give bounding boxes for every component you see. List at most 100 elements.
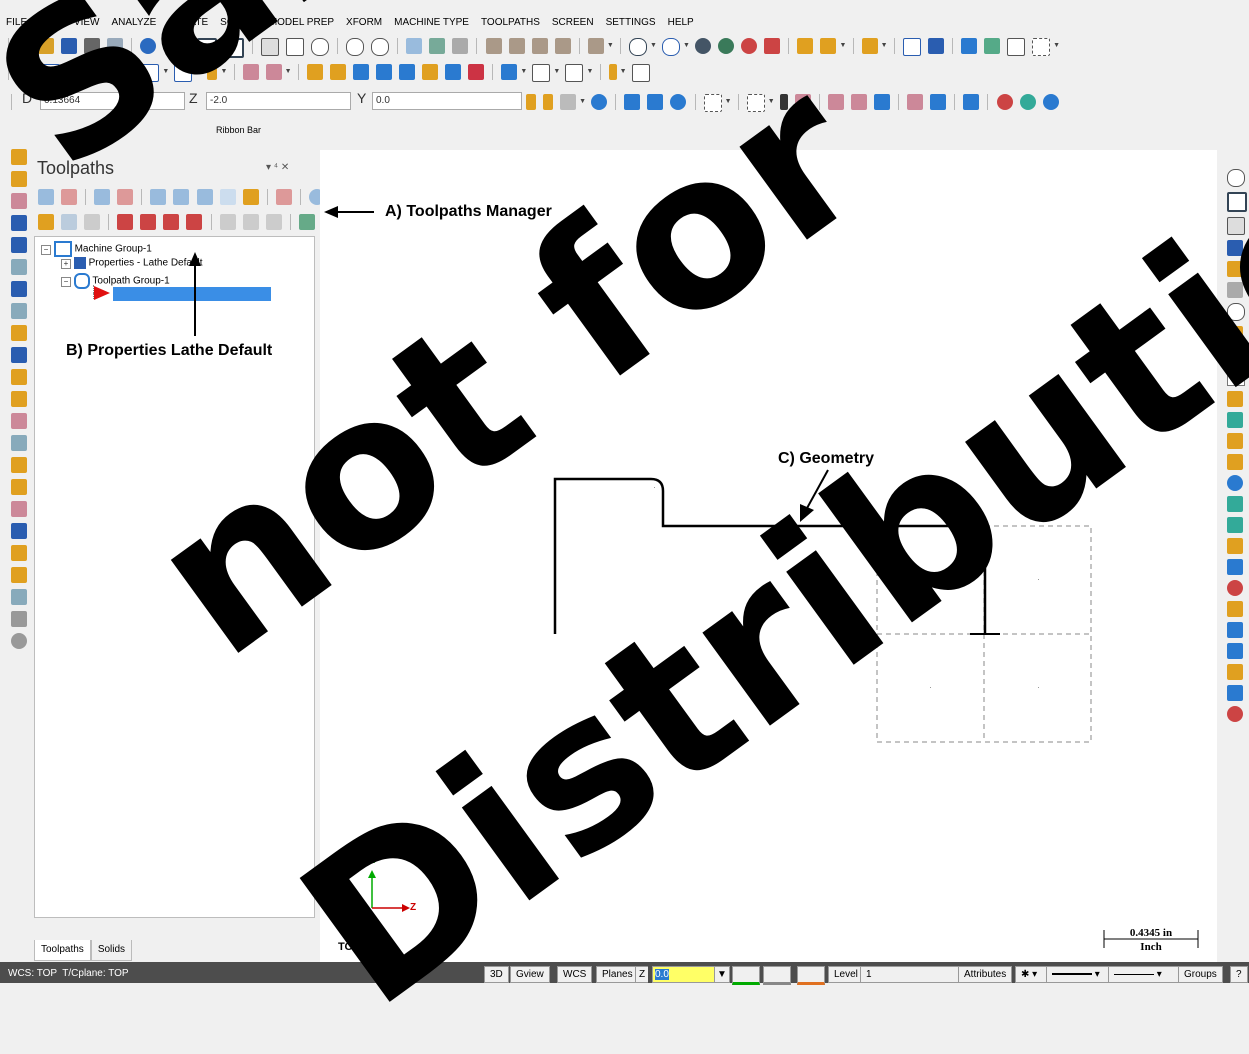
lathe-chuck-icon[interactable]: [11, 347, 27, 363]
z-dropdown-icon[interactable]: ▼: [714, 966, 730, 983]
sphere-icon[interactable]: [628, 38, 647, 56]
lathe-pinch-icon[interactable]: [11, 501, 27, 517]
lathe-tailstock-icon[interactable]: [11, 369, 27, 385]
distance-icon[interactable]: [927, 38, 944, 54]
help-circle-icon[interactable]: [591, 94, 608, 110]
chain-icon[interactable]: [631, 64, 650, 82]
tab-toolpaths[interactable]: Toolpaths: [34, 940, 91, 961]
mrt-toolpath-12-icon[interactable]: [1227, 622, 1243, 638]
collapse-group-icon[interactable]: −: [61, 276, 71, 287]
highfeed-icon[interactable]: [275, 189, 292, 205]
xform-array-icon[interactable]: [445, 64, 462, 80]
mrt-toolpath-9-icon[interactable]: [1227, 559, 1243, 575]
btn-attributes[interactable]: Attributes: [958, 966, 1013, 983]
autocursor-clear-icon[interactable]: [560, 94, 577, 110]
help-icon[interactable]: [1042, 94, 1059, 110]
verify-select-icon[interactable]: [930, 94, 947, 110]
xform-project-icon[interactable]: [422, 64, 439, 80]
mrt-toolpath-15-icon[interactable]: [1227, 685, 1243, 701]
lathe-transform-icon[interactable]: [11, 611, 27, 627]
hint-icon[interactable]: [608, 64, 617, 80]
mrt-toolpath-14-icon[interactable]: [1227, 664, 1243, 680]
view-options-icon[interactable]: [587, 38, 604, 54]
mrt-toolpath-8-icon[interactable]: [1227, 538, 1243, 554]
btn-help[interactable]: ?: [1230, 966, 1248, 983]
z-depth-field[interactable]: 0.0: [652, 966, 718, 983]
lathe-rough-icon[interactable]: [11, 149, 27, 165]
verify-icon[interactable]: [173, 189, 190, 205]
lathe-plunge-icon[interactable]: [11, 479, 27, 495]
level-field[interactable]: 1: [860, 966, 962, 983]
select-all-icon[interactable]: [624, 94, 641, 110]
lathe-mill-icon[interactable]: [11, 633, 27, 649]
pen-options-icon[interactable]: [820, 38, 837, 54]
tab-solids[interactable]: Solids: [90, 940, 133, 961]
tree-item-properties[interactable]: + Properties - Lathe Default: [61, 257, 203, 269]
mrt-toolpath-16-icon[interactable]: [1227, 706, 1243, 722]
lathe-finish-icon[interactable]: [11, 171, 27, 187]
view-front-icon[interactable]: [508, 38, 525, 54]
xform-mirror-icon[interactable]: [352, 64, 369, 80]
lathe-steady-icon[interactable]: [11, 391, 27, 407]
view-iso-icon[interactable]: [554, 38, 571, 54]
grid-icon[interactable]: [1032, 38, 1051, 56]
lathe-groove-icon[interactable]: [11, 237, 27, 253]
select-invalid-icon[interactable]: [61, 189, 78, 205]
select-all-ops-icon[interactable]: [38, 189, 54, 205]
xform-scale-icon[interactable]: [375, 64, 392, 80]
body-select-icon[interactable]: [874, 94, 891, 110]
lathe-drill-icon[interactable]: [11, 193, 27, 209]
toggle-display-icon[interactable]: [219, 189, 236, 205]
zoom-previous-icon[interactable]: [346, 38, 365, 56]
mrt-toolpath-7-icon[interactable]: [1227, 517, 1243, 533]
xform-translate-icon[interactable]: [306, 64, 323, 80]
menu-machine-type[interactable]: MACHINE TYPE: [388, 12, 475, 34]
loop-select-icon[interactable]: [907, 94, 924, 110]
quick-mask-icon[interactable]: [963, 94, 980, 110]
lathe-contour-icon[interactable]: [11, 523, 27, 539]
collapse-icon[interactable]: −: [41, 244, 51, 255]
lathe-misc-icon[interactable]: [11, 589, 27, 605]
simulate-icon[interactable]: [196, 189, 213, 205]
xform-roll-icon[interactable]: [468, 64, 485, 80]
btn-planes[interactable]: Planes: [596, 966, 639, 983]
autocursor-options-icon[interactable]: [543, 94, 554, 110]
menu-screen[interactable]: SCREEN: [546, 12, 600, 34]
insert-arrow-icon[interactable]: [163, 214, 180, 230]
backplot-icon[interactable]: [150, 189, 167, 205]
lathe-stock-icon[interactable]: [11, 325, 27, 341]
lathe-quick-icon[interactable]: [11, 567, 27, 583]
move-down-icon[interactable]: [117, 214, 134, 230]
clear-colors-icon[interactable]: [429, 38, 446, 54]
btn-wcs[interactable]: WCS: [557, 966, 593, 983]
toggle-posting-icon[interactable]: [61, 214, 78, 230]
line-style-dropdown[interactable]: ▾: [1046, 966, 1116, 983]
line-width-dropdown[interactable]: ▾: [1108, 966, 1180, 983]
shading-icon[interactable]: [763, 966, 791, 985]
menu-toolpaths[interactable]: TOOLPATHS: [475, 12, 546, 34]
zoom-out-icon[interactable]: [371, 38, 390, 56]
statistics-icon[interactable]: [983, 38, 1000, 54]
ok-icon[interactable]: [1019, 94, 1036, 110]
toggle-display-2-icon[interactable]: [84, 214, 101, 230]
btn-groups[interactable]: Groups: [1178, 966, 1223, 983]
show-selected-icon[interactable]: [219, 214, 236, 230]
tree-item-machine-group[interactable]: − Machine Group-1: [41, 241, 152, 257]
xform-offset-icon[interactable]: [399, 64, 415, 80]
mrt-toolpath-13-icon[interactable]: [1227, 643, 1243, 659]
view-right-icon[interactable]: [531, 38, 548, 54]
surface-color-icon[interactable]: [797, 966, 825, 985]
face-select-icon[interactable]: [827, 94, 844, 110]
dimension-icon[interactable]: [501, 64, 518, 80]
menu-help[interactable]: HELP: [662, 12, 700, 34]
repaint-icon[interactable]: [406, 38, 423, 54]
lathe-stock-advance-icon[interactable]: [11, 435, 27, 451]
insert-arrow-marker-icon[interactable]: [94, 286, 110, 300]
lathe-canned-icon[interactable]: [11, 303, 27, 319]
mrt-toolpath-11-icon[interactable]: [1227, 601, 1243, 617]
post-icon[interactable]: [242, 189, 259, 205]
panel-window-controls[interactable]: ▾ ⁴ ✕: [266, 162, 289, 173]
lathe-dynamic-icon[interactable]: [11, 457, 27, 473]
pen-icon[interactable]: [797, 38, 814, 54]
mrt-toolpath-5-icon[interactable]: [1227, 475, 1243, 491]
